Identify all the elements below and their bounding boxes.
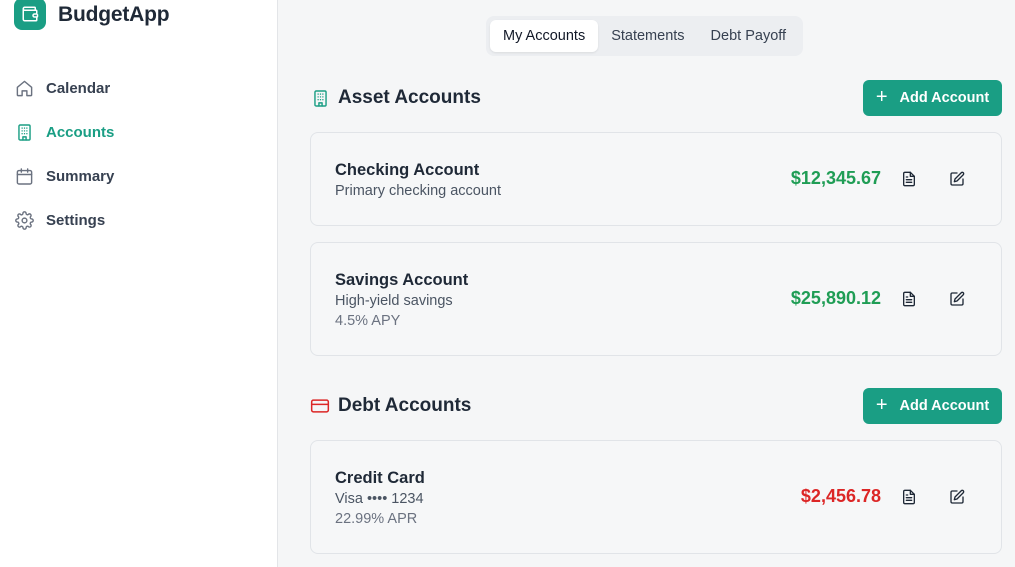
sidebar-item-settings[interactable]: Settings xyxy=(14,198,264,242)
home-icon xyxy=(14,78,34,98)
account-rate: 22.99% APR xyxy=(335,511,418,527)
sidebar-item-label: Accounts xyxy=(46,123,115,141)
app-name: BudgetApp xyxy=(58,3,170,26)
sidebar-item-accounts[interactable]: Accounts xyxy=(14,110,264,154)
account-card-savings[interactable]: Savings Account High-yield savings 4.5% … xyxy=(310,242,1002,356)
tab-debt-payoff[interactable]: Debt Payoff xyxy=(698,20,800,52)
debt-accounts-header: Debt Accounts + Add Account xyxy=(310,388,1002,424)
account-info: Checking Account Primary checking accoun… xyxy=(335,159,501,201)
account-info: Savings Account High-yield savings 4.5% … xyxy=(335,269,468,331)
edit-icon[interactable] xyxy=(947,289,967,309)
edit-icon[interactable] xyxy=(947,169,967,189)
brand[interactable]: BudgetApp xyxy=(14,0,170,30)
credit-card-icon xyxy=(310,396,330,416)
tab-statements[interactable]: Statements xyxy=(598,20,697,52)
main-content: My Accounts Statements Debt Payoff Asset… xyxy=(279,0,1015,567)
gear-icon xyxy=(14,210,34,230)
account-subtitle: Visa •••• 1234 xyxy=(335,491,424,507)
account-balance: $25,890.12 xyxy=(790,288,881,308)
account-card-checking[interactable]: Checking Account Primary checking accoun… xyxy=(310,132,1002,226)
building-icon xyxy=(310,88,330,108)
account-balance: $2,456.78 xyxy=(800,486,881,506)
button-label: Add Account xyxy=(899,90,990,106)
account-name: Savings Account xyxy=(335,271,469,289)
wallet-icon xyxy=(14,0,46,30)
calendar-icon xyxy=(14,166,34,186)
building-icon xyxy=(14,122,34,142)
account-name: Checking Account xyxy=(335,161,480,179)
account-balance: $12,345.67 xyxy=(790,168,881,188)
account-info: Credit Card Visa •••• 1234 22.99% APR xyxy=(335,467,425,529)
account-subtitle: High-yield savings xyxy=(335,293,453,309)
account-subtitle: Primary checking account xyxy=(335,183,502,199)
sidebar-nav: Calendar Accounts Summary Settings xyxy=(14,66,264,242)
add-debt-account-button[interactable]: + Add Account xyxy=(863,388,1002,424)
add-asset-account-button[interactable]: + Add Account xyxy=(863,80,1002,116)
sidebar-item-label: Settings xyxy=(46,211,106,229)
account-card-credit-card[interactable]: Credit Card Visa •••• 1234 22.99% APR $2… xyxy=(310,440,1002,554)
tab-my-accounts[interactable]: My Accounts xyxy=(490,20,599,52)
document-icon[interactable] xyxy=(899,487,919,507)
document-icon[interactable] xyxy=(899,289,919,309)
plus-icon: + xyxy=(875,394,888,416)
section-title: Debt Accounts xyxy=(338,395,472,416)
asset-accounts-header: Asset Accounts + Add Account xyxy=(310,80,1002,116)
sidebar-item-label: Summary xyxy=(46,167,115,185)
document-icon[interactable] xyxy=(899,169,919,189)
sidebar: BudgetApp Calendar Accounts Summary Sett… xyxy=(0,0,278,567)
sidebar-item-summary[interactable]: Summary xyxy=(14,154,264,198)
plus-icon: + xyxy=(875,86,888,108)
section-title: Asset Accounts xyxy=(338,87,481,108)
account-name: Credit Card xyxy=(335,469,425,487)
edit-icon[interactable] xyxy=(947,487,967,507)
sidebar-item-calendar[interactable]: Calendar xyxy=(14,66,264,110)
sidebar-item-label: Calendar xyxy=(46,79,111,97)
account-rate: 4.5% APY xyxy=(335,313,401,329)
button-label: Add Account xyxy=(899,398,990,414)
tab-bar: My Accounts Statements Debt Payoff xyxy=(486,16,804,56)
